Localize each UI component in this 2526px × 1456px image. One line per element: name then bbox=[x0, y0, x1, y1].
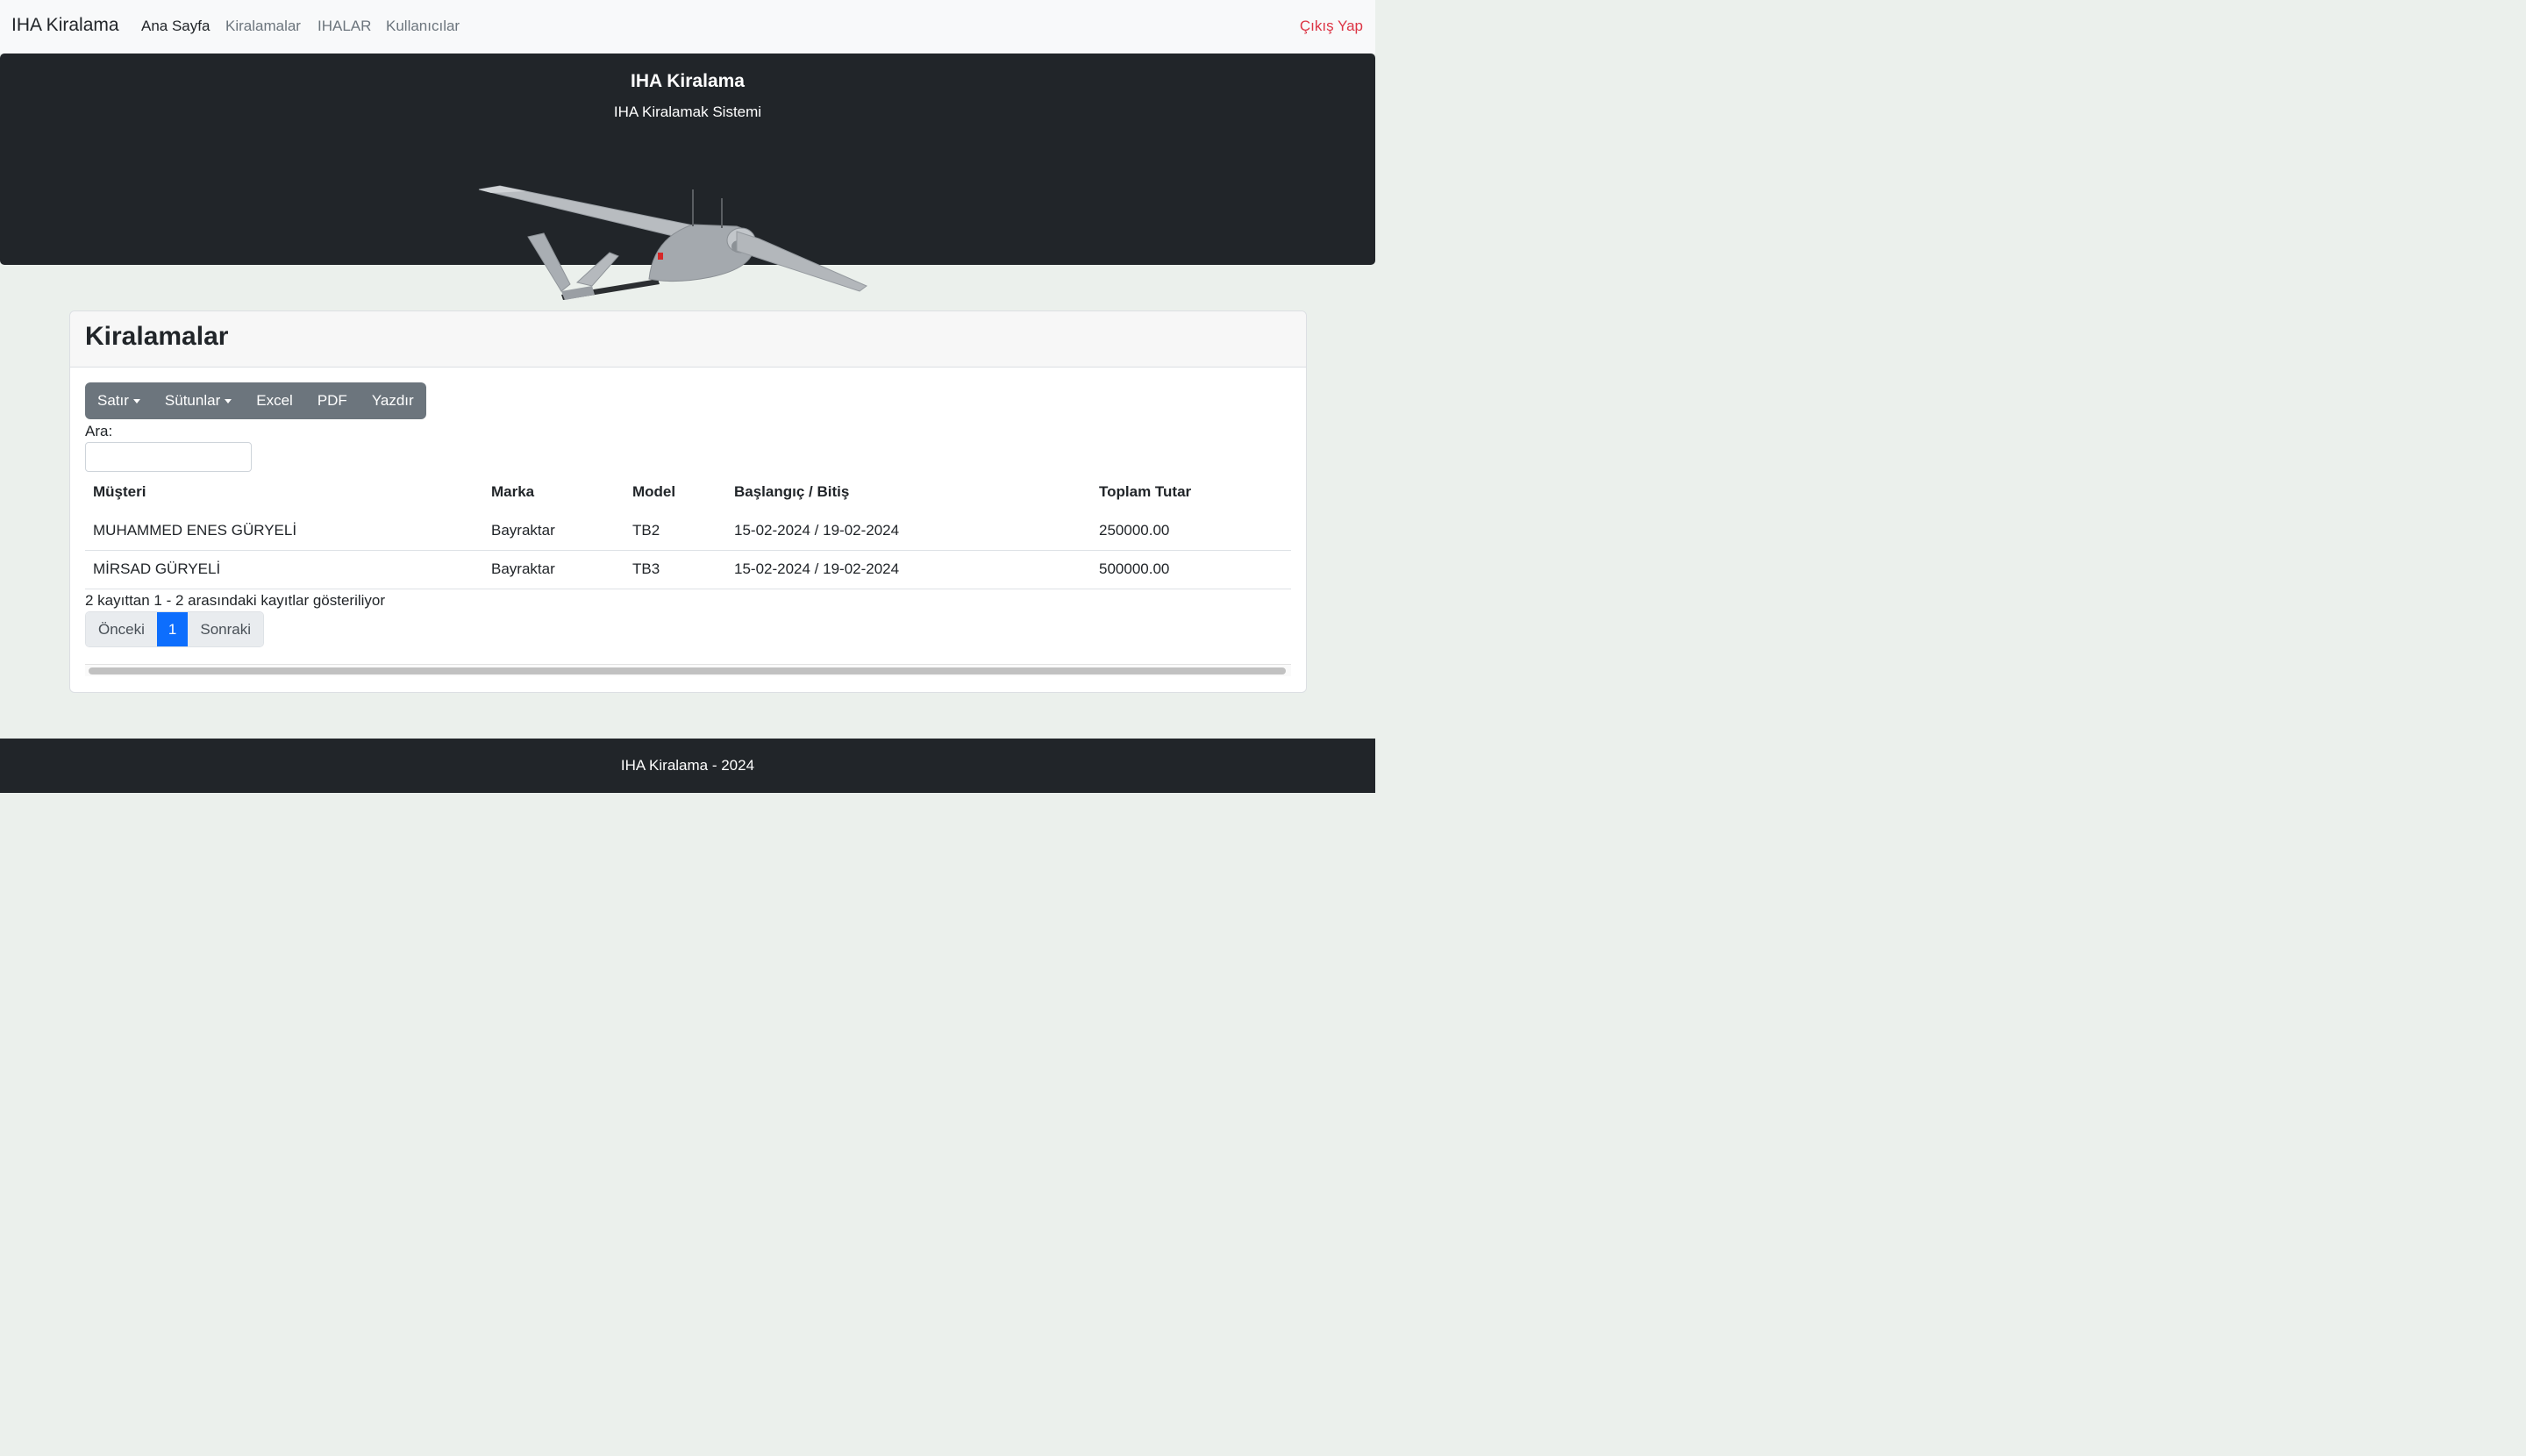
columns-dropdown-label: Sütunlar bbox=[164, 392, 221, 409]
rows-dropdown-label: Satır bbox=[97, 392, 129, 409]
nav-link-kullanicilar[interactable]: Kullanıcılar bbox=[386, 18, 460, 35]
table-row: MİRSAD GÜRYELİ Bayraktar TB3 15-02-2024 … bbox=[85, 549, 1291, 589]
cell-customer: MİRSAD GÜRYELİ bbox=[85, 549, 483, 589]
hero-title: IHA Kiralama bbox=[631, 71, 745, 91]
pagination-previous-button[interactable]: Önceki bbox=[86, 612, 157, 646]
drone-image bbox=[478, 185, 867, 300]
pagination-next-button[interactable]: Sonraki bbox=[188, 612, 264, 646]
table-row: MUHAMMED ENES GÜRYELİ Bayraktar TB2 15-0… bbox=[85, 511, 1291, 550]
table-header-row: Müşteri Marka Model Başlangıç / Bitiş To… bbox=[85, 473, 1291, 511]
search-label: Ara: bbox=[85, 423, 113, 439]
datatable-toolbar: Satır Sütunlar Excel PDF Yazdır bbox=[85, 382, 426, 419]
navbar-brand[interactable]: IHA Kiralama bbox=[11, 15, 119, 36]
rentals-table: Müşteri Marka Model Başlangıç / Bitiş To… bbox=[85, 473, 1291, 589]
excel-button[interactable]: Excel bbox=[244, 382, 305, 419]
chevron-down-icon bbox=[225, 398, 232, 403]
print-button[interactable]: Yazdır bbox=[360, 382, 426, 419]
chevron-down-icon bbox=[132, 398, 140, 403]
columns-dropdown-button[interactable]: Sütunlar bbox=[153, 382, 244, 419]
pagination: Önceki 1 Sonraki bbox=[85, 611, 265, 647]
nav-link-ana-sayfa[interactable]: Ana Sayfa bbox=[141, 18, 210, 35]
nav-link-kiralamalar[interactable]: Kiralamalar bbox=[225, 18, 301, 35]
cell-customer: MUHAMMED ENES GÜRYELİ bbox=[93, 521, 297, 539]
cell-total: 250000.00 bbox=[1099, 521, 1170, 539]
cell-brand: Bayraktar bbox=[483, 549, 624, 589]
logout-link[interactable]: Çıkış Yap bbox=[1300, 18, 1363, 35]
column-header-musteri[interactable]: Müşteri bbox=[85, 473, 483, 511]
hero-subtitle: IHA Kiralamak Sistemi bbox=[613, 103, 762, 120]
pdf-button[interactable]: PDF bbox=[305, 382, 360, 419]
cell-model: TB2 bbox=[632, 521, 660, 539]
cell-model: TB3 bbox=[624, 549, 726, 589]
nav-link-ihalar[interactable]: IHALAR bbox=[318, 18, 371, 35]
column-header-baslangic-bitis[interactable]: Başlangıç / Bitiş bbox=[726, 473, 1091, 511]
cell-dates: 15-02-2024 / 19-02-2024 bbox=[726, 549, 1091, 589]
horizontal-scrollbar[interactable] bbox=[85, 664, 1291, 676]
footer-text: IHA Kiralama - 2024 bbox=[620, 757, 755, 774]
hero-banner: IHA Kiralama IHA Kiralamak Sistemi bbox=[0, 54, 1375, 300]
cell-total: 500000.00 bbox=[1091, 549, 1291, 589]
column-header-model[interactable]: Model bbox=[624, 473, 726, 511]
cell-dates: 15-02-2024 / 19-02-2024 bbox=[734, 521, 900, 539]
card-title: Kiralamalar bbox=[85, 322, 229, 351]
rows-dropdown-button[interactable]: Satır bbox=[85, 382, 153, 419]
cell-brand: Bayraktar bbox=[491, 521, 555, 539]
column-header-marka[interactable]: Marka bbox=[483, 473, 624, 511]
card-header: Kiralamalar bbox=[70, 311, 1306, 368]
navbar: IHA Kiralama Ana Sayfa Kiralamalar IHALA… bbox=[0, 0, 1375, 54]
rentals-card: Kiralamalar Satır Sütunlar Excel PDF Yaz… bbox=[69, 310, 1307, 693]
column-header-toplam-tutar[interactable]: Toplam Tutar bbox=[1091, 473, 1291, 511]
footer: IHA Kiralama - 2024 bbox=[0, 739, 1375, 793]
table-info-text: 2 kayıttan 1 - 2 arasındaki kayıtlar gös… bbox=[85, 592, 386, 609]
pagination-page-1[interactable]: 1 bbox=[156, 612, 189, 646]
search-input[interactable] bbox=[85, 442, 252, 472]
scrollbar-thumb[interactable] bbox=[89, 667, 1286, 674]
